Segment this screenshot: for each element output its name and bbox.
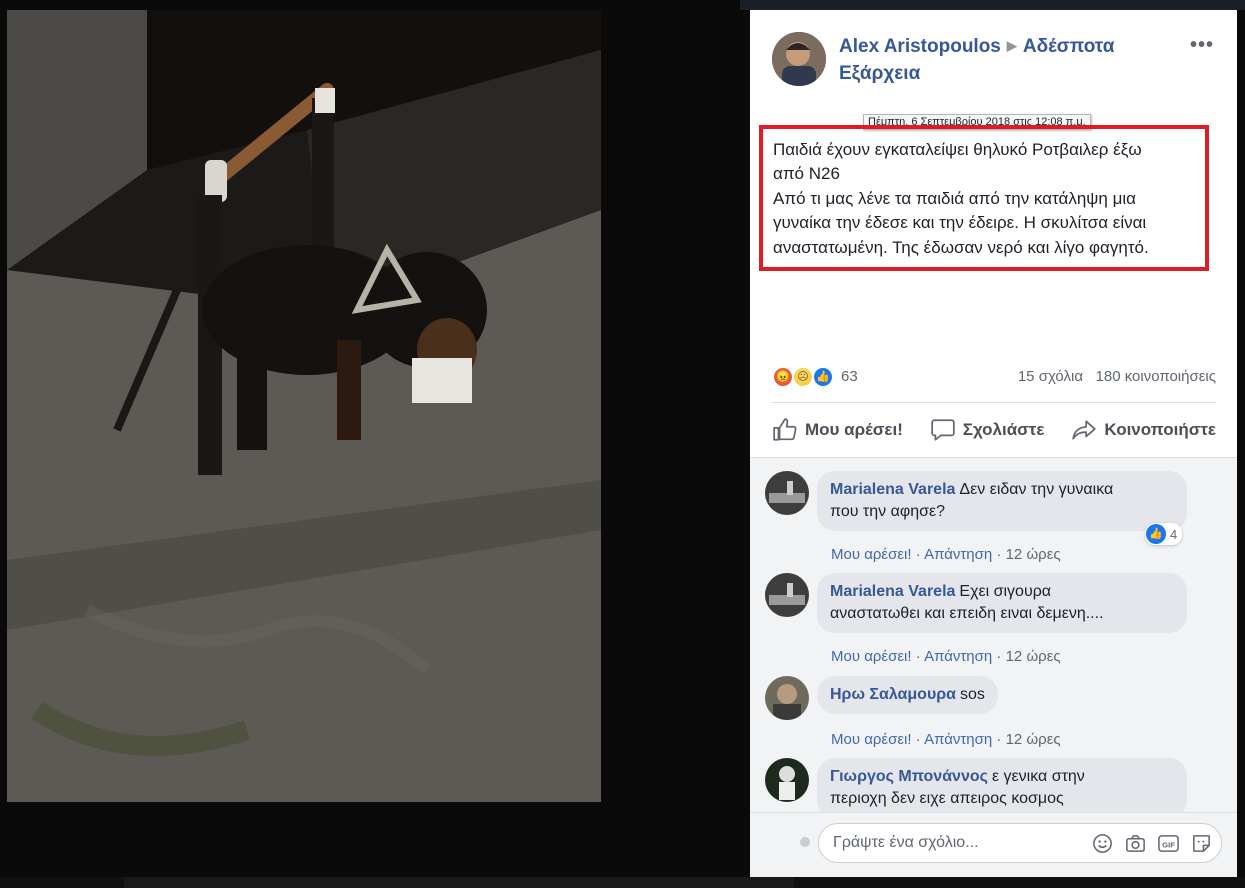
background-page-edge	[740, 0, 1245, 10]
post-text-line: γυναίκα την έδεσε και την έδειρε. Η σκυλ…	[773, 213, 1147, 233]
comment-meta: Μου αρέσει! · Απάντηση · 12 ώρες	[831, 648, 1061, 665]
share-button-label: Κοινοποιήστε	[1104, 420, 1216, 439]
comment-like-link[interactable]: Μου αρέσει!	[831, 648, 912, 665]
comment-time[interactable]: 12 ώρες	[1006, 648, 1061, 665]
comment-text: αναστατωθει και επειδη ειναι δεμενη....	[830, 605, 1104, 622]
svg-text:GIF: GIF	[1162, 840, 1175, 849]
comment-composer[interactable]: GIF	[818, 823, 1222, 863]
camera-icon[interactable]	[1124, 832, 1147, 855]
reaction-count[interactable]: 63	[841, 368, 858, 385]
comment-text: Δεν ειδαν την γυναικα	[959, 481, 1114, 498]
post-text-line: Παιδιά έχουν εγκαταλείψει θηλυκό Ροτβαιλ…	[773, 140, 1142, 159]
comments-list[interactable]: Marialena Varela Δεν ειδαν την γυναικα πο…	[750, 457, 1237, 812]
comment-time[interactable]: 12 ώρες	[1006, 731, 1061, 748]
share-icon	[1072, 420, 1097, 440]
commenter-name[interactable]: Marialena Varela	[830, 481, 955, 498]
commenter-avatar[interactable]	[765, 758, 809, 802]
composer-tools: GIF	[1091, 832, 1213, 855]
commenter-avatar[interactable]	[765, 676, 809, 720]
comment-text: που την αφησε?	[830, 503, 945, 520]
comment-text: περιοχη δεν ειχε απειρος κοσμος	[830, 790, 1064, 807]
comment-item: Ηρω Σαλαμουρα sos Μου αρέσει! · Απάντηση …	[765, 676, 1225, 756]
comment-text: sos	[960, 686, 985, 703]
comment-button-label: Σχολιάστε	[962, 420, 1045, 439]
comment-time[interactable]: 12 ώρες	[1006, 546, 1061, 563]
gif-icon[interactable]: GIF	[1157, 832, 1180, 855]
post-photo[interactable]	[7, 10, 601, 802]
comments-count-link[interactable]: 15 σχόλια	[1018, 368, 1083, 385]
post-text-line: αναστατωμένη. Της έδωσαν νερό και λίγο φ…	[773, 237, 1149, 257]
comment-item: Γιωργος Μπονάννος ε γενικα στην περιοχη δ…	[765, 758, 1225, 812]
thumbs-up-icon	[773, 418, 797, 441]
comment-text: Εχει σιγουρα	[959, 583, 1052, 600]
emoji-icon[interactable]	[1091, 832, 1114, 855]
comment-bubble: Marialena Varela Δεν ειδαν την γυναικα πο…	[817, 471, 1187, 531]
photo-viewer: Alex Aristopoulos ▶ Αδέσποτα Εξάρχεια ••• …	[0, 0, 1245, 888]
comment-item: Marialena Varela Εχει σιγουρα αναστατωθει…	[765, 573, 1225, 673]
comment-share-counts: 15 σχόλια 180 κοινοποιήσεις	[1018, 368, 1216, 385]
post-panel: Alex Aristopoulos ▶ Αδέσποτα Εξάρχεια ••• …	[750, 10, 1237, 877]
commenter-name[interactable]: Γιωργος Μπονάννος	[830, 768, 988, 785]
post-stats: 😠 ☹ 👍 63 15 σχόλια 180 κοινοποιήσεις	[772, 365, 1216, 391]
comment-like-count[interactable]: 👍 4	[1145, 523, 1183, 545]
post-text-highlight: Παιδιά έχουν εγκαταλείψει θηλυκό Ροτβαιλ…	[759, 125, 1209, 271]
post-text-line: Από τι μας λένε τα παιδιά από την κατάλη…	[773, 188, 1136, 208]
post-text-line: από Ν26	[773, 164, 840, 184]
comment-like-link[interactable]: Μου αρέσει!	[831, 731, 912, 748]
post-actions: Μου αρέσει! Σχολιάστε Κοινοποιήστε	[772, 413, 1216, 447]
comment-button[interactable]: Σχολιάστε	[930, 417, 1045, 443]
more-horizontal-icon[interactable]: •••	[1190, 34, 1214, 57]
post-header: Alex Aristopoulos ▶ Αδέσποτα Εξάρχεια ••• …	[772, 32, 1222, 130]
commenter-name[interactable]: Marialena Varela	[830, 583, 955, 600]
sticker-icon[interactable]	[1190, 832, 1213, 855]
comment-likes-number: 4	[1170, 526, 1178, 542]
comment-bubble: Marialena Varela Εχει σιγουρα αναστατωθει…	[817, 573, 1187, 633]
post-author-line: Alex Aristopoulos ▶ Αδέσποτα Εξάρχεια	[839, 34, 1199, 87]
commenter-name[interactable]: Ηρω Σαλαμουρα	[830, 686, 956, 703]
comment-meta: Μου αρέσει! · Απάντηση · 12 ώρες	[831, 546, 1061, 563]
background-page-bottom	[0, 877, 1245, 888]
comment-reply-link[interactable]: Απάντηση	[924, 546, 992, 563]
like-button-label: Μου αρέσει!	[805, 420, 903, 439]
shares-count-link[interactable]: 180 κοινοποιήσεις	[1096, 368, 1216, 385]
like-small-icon: 👍	[1146, 524, 1166, 544]
comment-text: ε γενικα στην	[991, 768, 1085, 785]
sad-reaction-icon[interactable]: ☹	[792, 366, 814, 388]
comment-reply-link[interactable]: Απάντηση	[924, 731, 992, 748]
comment-bubble: Ηρω Σαλαμουρα sos	[817, 676, 998, 714]
comment-reply-link[interactable]: Απάντηση	[924, 648, 992, 665]
comment-item: Marialena Varela Δεν ειδαν την γυναικα πο…	[765, 471, 1225, 571]
angry-reaction-icon[interactable]: 😠	[772, 366, 794, 388]
comment-like-link[interactable]: Μου αρέσει!	[831, 546, 912, 563]
share-button[interactable]: Κοινοποιήστε	[1071, 417, 1216, 443]
commenter-avatar[interactable]	[765, 573, 809, 617]
comment-composer-area: GIF	[750, 812, 1237, 877]
comment-meta: Μου αρέσει! · Απάντηση · 12 ώρες	[831, 731, 1061, 748]
comment-input[interactable]	[833, 832, 1083, 854]
current-user-avatar	[800, 837, 810, 847]
comment-icon	[931, 419, 955, 441]
like-button[interactable]: Μου αρέσει!	[772, 417, 903, 443]
divider	[772, 402, 1216, 403]
comment-bubble: Γιωργος Μπονάννος ε γενικα στην περιοχη δ…	[817, 758, 1187, 812]
caret-right-icon: ▶	[1006, 38, 1017, 53]
author-name-link[interactable]: Alex Aristopoulos	[839, 36, 1001, 57]
author-avatar[interactable]	[772, 32, 826, 86]
commenter-avatar[interactable]	[765, 471, 809, 515]
like-reaction-icon[interactable]: 👍	[812, 366, 834, 388]
